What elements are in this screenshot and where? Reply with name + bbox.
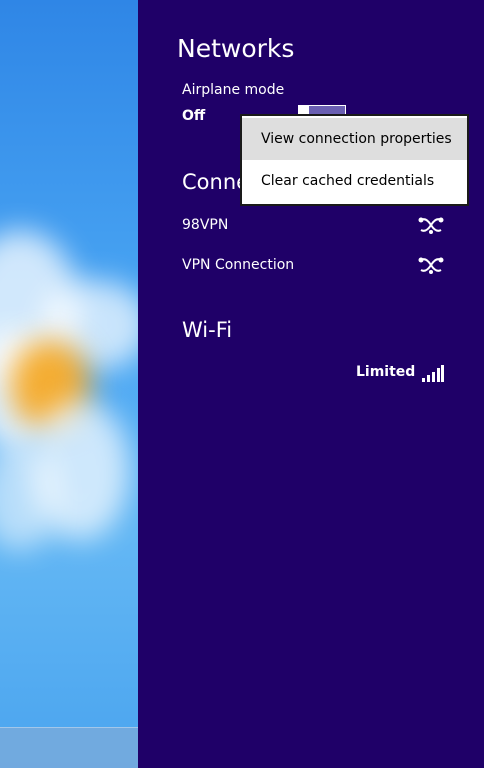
screen: Networks Airplane mode Off Connections 9… bbox=[0, 0, 484, 768]
connection-item-98vpn[interactable]: 98VPN bbox=[182, 216, 444, 238]
connection-name: 98VPN bbox=[182, 217, 229, 233]
airplane-mode-label: Airplane mode bbox=[182, 82, 285, 98]
wifi-section-title: Wi-Fi bbox=[182, 318, 233, 342]
connection-item-vpn-connection[interactable]: VPN Connection bbox=[182, 256, 444, 278]
view-connection-properties-item[interactable]: View connection properties bbox=[242, 118, 467, 160]
desktop-wallpaper bbox=[0, 0, 138, 768]
vpn-icon bbox=[418, 217, 444, 234]
taskbar[interactable] bbox=[0, 727, 138, 768]
airplane-mode-state: Off bbox=[182, 108, 206, 124]
context-menu: View connection properties Clear cached … bbox=[240, 114, 469, 206]
wifi-status: Limited bbox=[356, 364, 416, 380]
connection-name: VPN Connection bbox=[182, 257, 295, 273]
clear-cached-credentials-item[interactable]: Clear cached credentials bbox=[242, 160, 467, 202]
wifi-signal-icon bbox=[422, 365, 444, 382]
panel-title: Networks bbox=[177, 34, 295, 63]
vpn-icon bbox=[418, 257, 444, 274]
